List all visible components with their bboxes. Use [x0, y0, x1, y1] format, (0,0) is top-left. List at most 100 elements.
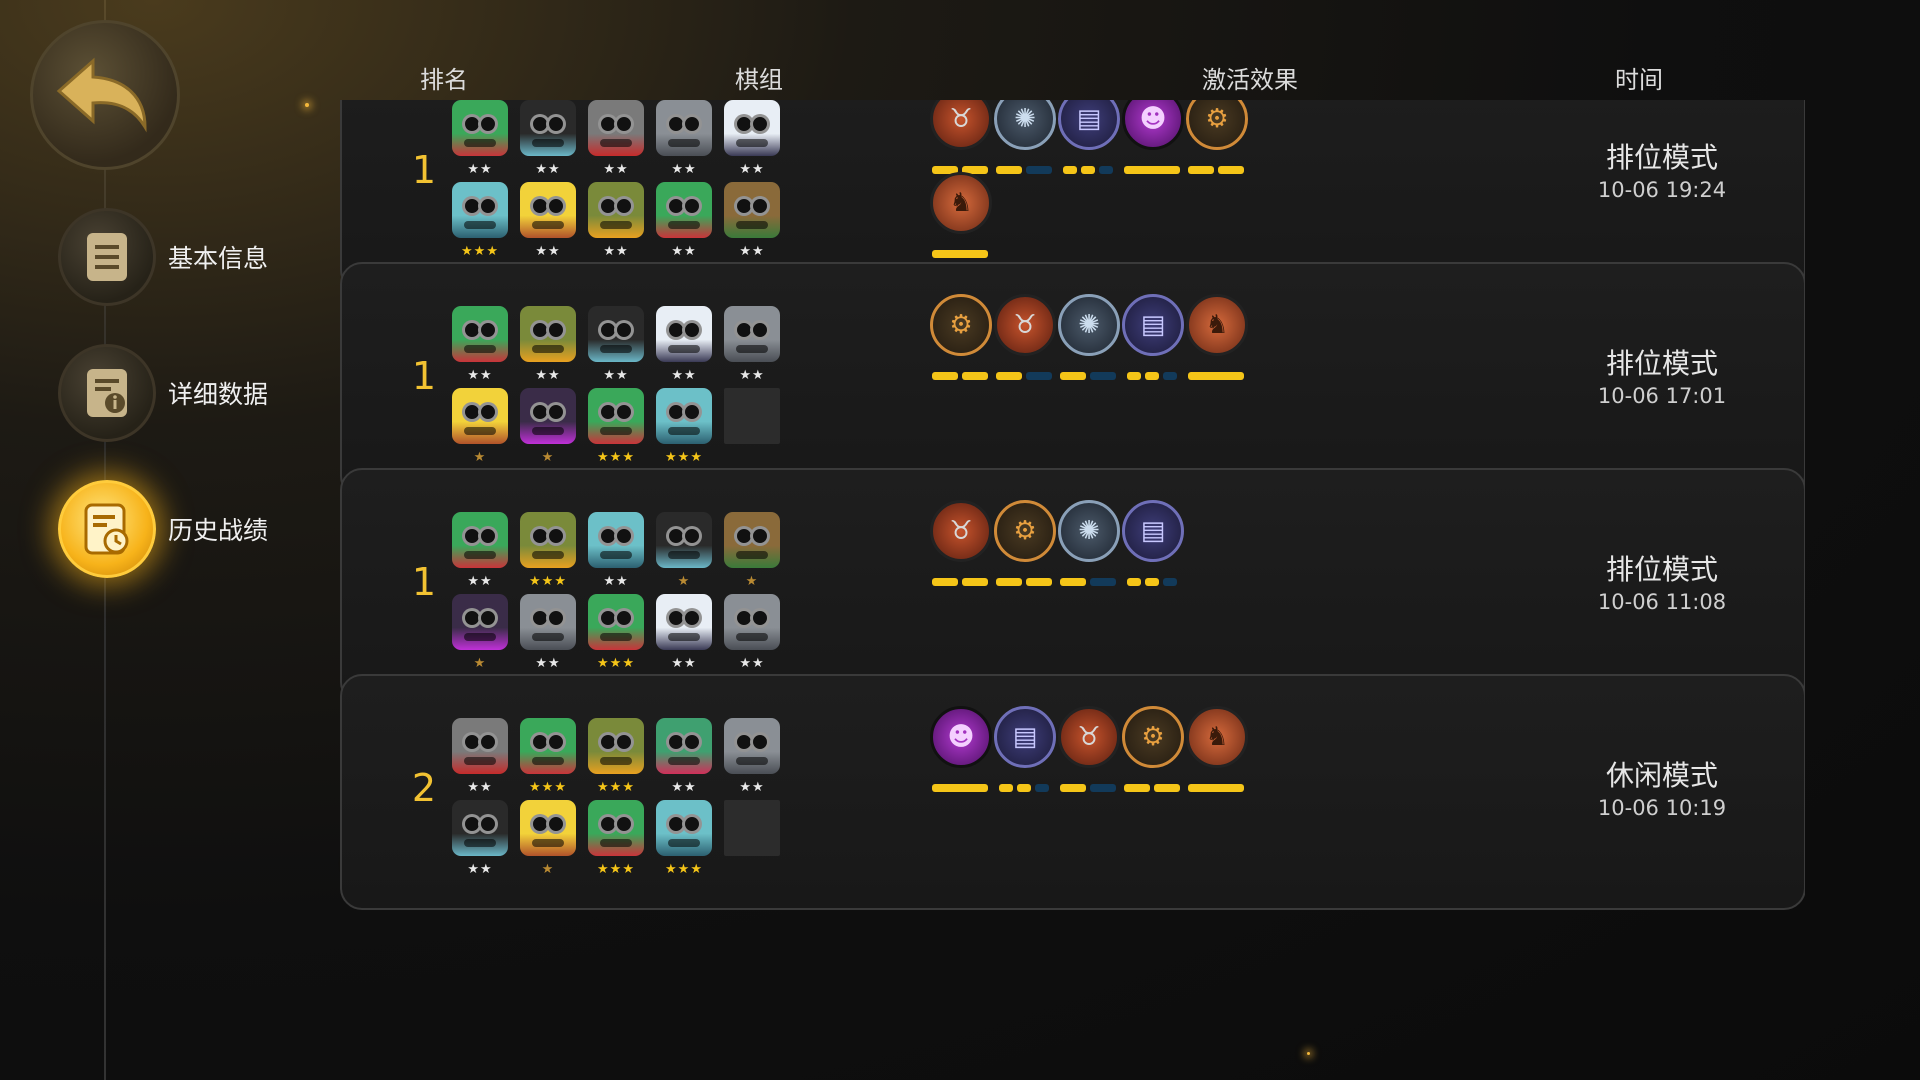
unit-portrait[interactable]: ★ — [724, 512, 780, 590]
unit-eye — [682, 608, 702, 628]
unit-portrait[interactable]: ★★ — [656, 100, 712, 178]
back-button[interactable] — [30, 20, 180, 170]
unit-portrait[interactable]: ★★ — [588, 512, 644, 590]
unit-portrait[interactable]: ★ — [520, 800, 576, 878]
synergy-bar-active — [962, 578, 988, 586]
unit-portrait[interactable]: ★★ — [724, 306, 780, 384]
unit-portrait[interactable]: ★★★ — [452, 182, 508, 260]
unit-portrait[interactable] — [724, 388, 780, 466]
unit-mouth — [532, 757, 564, 765]
synergy-trait[interactable]: ♞ — [1186, 706, 1248, 792]
unit-portrait[interactable]: ★★ — [724, 594, 780, 672]
unit-portrait[interactable]: ★★ — [656, 182, 712, 260]
star-rating: ★ — [677, 574, 691, 589]
synergy-bar-inactive — [1090, 784, 1116, 792]
unit-portrait[interactable]: ★★★ — [588, 594, 644, 672]
unit-face-icon — [656, 800, 712, 856]
gear-icon: ⚙ — [994, 500, 1056, 562]
unit-face-icon — [520, 718, 576, 774]
unit-portrait[interactable]: ★ — [452, 594, 508, 672]
synergy-trait[interactable]: ☻ — [1122, 100, 1184, 174]
unit-portrait[interactable]: ★★ — [656, 306, 712, 384]
unit-portrait[interactable]: ★★ — [452, 800, 508, 878]
synergy-trait[interactable]: ⚙ — [994, 500, 1056, 586]
unit-eye — [478, 114, 498, 134]
synergy-trait[interactable]: ✺ — [994, 100, 1056, 174]
unit-portrait[interactable]: ★★★ — [588, 718, 644, 796]
unit-portrait[interactable] — [724, 800, 780, 878]
star-rating: ★★ — [739, 244, 765, 259]
match-mode: 排位模式 — [1605, 553, 1718, 586]
synergy-trait[interactable]: ♉ — [994, 294, 1056, 380]
star-rating: ★ — [473, 450, 487, 465]
synergy-trait[interactable]: ▤ — [1122, 500, 1184, 586]
match-mode: 排位模式 — [1605, 347, 1718, 380]
synergy-trait[interactable]: ♉ — [930, 100, 992, 174]
unit-portrait[interactable]: ★★ — [520, 306, 576, 384]
star-rating: ★★ — [467, 574, 493, 589]
book-icon: ▤ — [1058, 100, 1120, 150]
unit-portrait[interactable]: ★★ — [724, 182, 780, 260]
synergy-trait[interactable]: ☻ — [930, 706, 992, 792]
unit-portrait[interactable]: ★ — [520, 388, 576, 466]
unit-portrait[interactable]: ★★★ — [520, 718, 576, 796]
synergy-trait[interactable]: ✺ — [1058, 500, 1120, 586]
synergy-trait[interactable]: ♉ — [1058, 706, 1120, 792]
unit-portrait[interactable]: ★★ — [724, 100, 780, 178]
match-row[interactable]: 1 ★★ ★★ ★★ ★★ ★★ ★ ★ ★★★ ★★★ ⚙ ♉ ✺ ▤ ♞ 排位模式 10-06 17:01 — [340, 262, 1805, 498]
synergy-trait[interactable]: ⚙ — [1186, 100, 1248, 174]
unit-portrait[interactable]: ★★★ — [656, 388, 712, 466]
synergy-trait[interactable]: ♞ — [1186, 294, 1248, 380]
match-time: 10-06 19:24 — [1597, 178, 1727, 202]
unit-portrait[interactable]: ★★ — [588, 306, 644, 384]
unit-portrait[interactable]: ★★ — [588, 182, 644, 260]
match-time: 10-06 10:19 — [1597, 796, 1727, 820]
unit-face-icon — [724, 182, 780, 238]
unit-portrait[interactable]: ★★★ — [520, 512, 576, 590]
unit-eye — [750, 526, 770, 546]
unit-portrait[interactable]: ★★ — [520, 594, 576, 672]
synergy-trait[interactable]: ✺ — [1058, 294, 1120, 380]
synergy-trait[interactable]: ▤ — [994, 706, 1056, 792]
unit-portrait[interactable]: ★★ — [452, 306, 508, 384]
match-history-list[interactable]: 1 ★★ ★★ ★★ ★★ ★★ ★★★ ★★ ★★ ★★ ★★ ♉ ✺ ▤ ☻ ⚙ ♞ 排位模式 10-06 19… — [340, 100, 1805, 1035]
paw-icon: ✺ — [1058, 294, 1120, 356]
sidebar-item-match-history[interactable]: 历史战绩 — [58, 480, 268, 578]
unit-face-icon — [452, 594, 508, 650]
unit-mouth — [736, 757, 768, 765]
synergy-trait[interactable]: ⚙ — [1122, 706, 1184, 792]
unit-portrait[interactable]: ★★★ — [588, 800, 644, 878]
synergy-bar-active — [1145, 578, 1159, 586]
unit-portrait[interactable]: ★★ — [656, 718, 712, 796]
match-row[interactable]: 2 ★★ ★★★ ★★★ ★★ ★★ ★★ ★ ★★★ ★★★ ☻ ▤ ♉ ⚙ ♞ 休闲模式 10-06 10:… — [340, 674, 1805, 910]
synergy-trait[interactable]: ♞ — [930, 172, 992, 258]
synergy-trait[interactable]: ♉ — [930, 500, 992, 586]
match-row[interactable]: 1 ★★ ★★★ ★★ ★ ★ ★ ★★ ★★★ ★★ ★★ ♉ ⚙ ✺ ▤ 排位模式 10-06 11:08 — [340, 468, 1805, 704]
unit-portrait[interactable]: ★ — [452, 388, 508, 466]
unit-mouth — [532, 551, 564, 559]
sidebar-item-basic-info[interactable]: 基本信息 — [58, 208, 268, 306]
paw-icon: ✺ — [1058, 500, 1120, 562]
unit-portrait[interactable]: ★★ — [656, 594, 712, 672]
unit-portrait[interactable]: ★ — [656, 512, 712, 590]
unit-portrait[interactable]: ★★ — [452, 512, 508, 590]
unit-portrait[interactable]: ★★★ — [588, 388, 644, 466]
unit-face-icon — [724, 718, 780, 774]
unit-portrait[interactable]: ★★ — [452, 718, 508, 796]
unit-mouth — [532, 139, 564, 147]
synergy-trait[interactable]: ⚙ — [930, 294, 992, 380]
unit-portrait[interactable]: ★★ — [520, 100, 576, 178]
unit-portrait[interactable]: ★★ — [588, 100, 644, 178]
synergy-trait[interactable]: ▤ — [1058, 100, 1120, 174]
star-rating: ★ — [473, 656, 487, 671]
book-icon: ▤ — [1122, 500, 1184, 562]
unit-portrait[interactable]: ★★ — [452, 100, 508, 178]
sidebar-item-label: 详细数据 — [168, 380, 269, 409]
gear-icon: ⚙ — [1186, 100, 1248, 150]
unit-portrait[interactable]: ★★ — [724, 718, 780, 796]
unit-portrait[interactable]: ★★ — [520, 182, 576, 260]
sidebar-item-detail-data[interactable]: 详细数据 — [58, 344, 268, 442]
unit-portrait[interactable]: ★★★ — [656, 800, 712, 878]
synergy-trait[interactable]: ▤ — [1122, 294, 1184, 380]
unit-eye — [750, 196, 770, 216]
